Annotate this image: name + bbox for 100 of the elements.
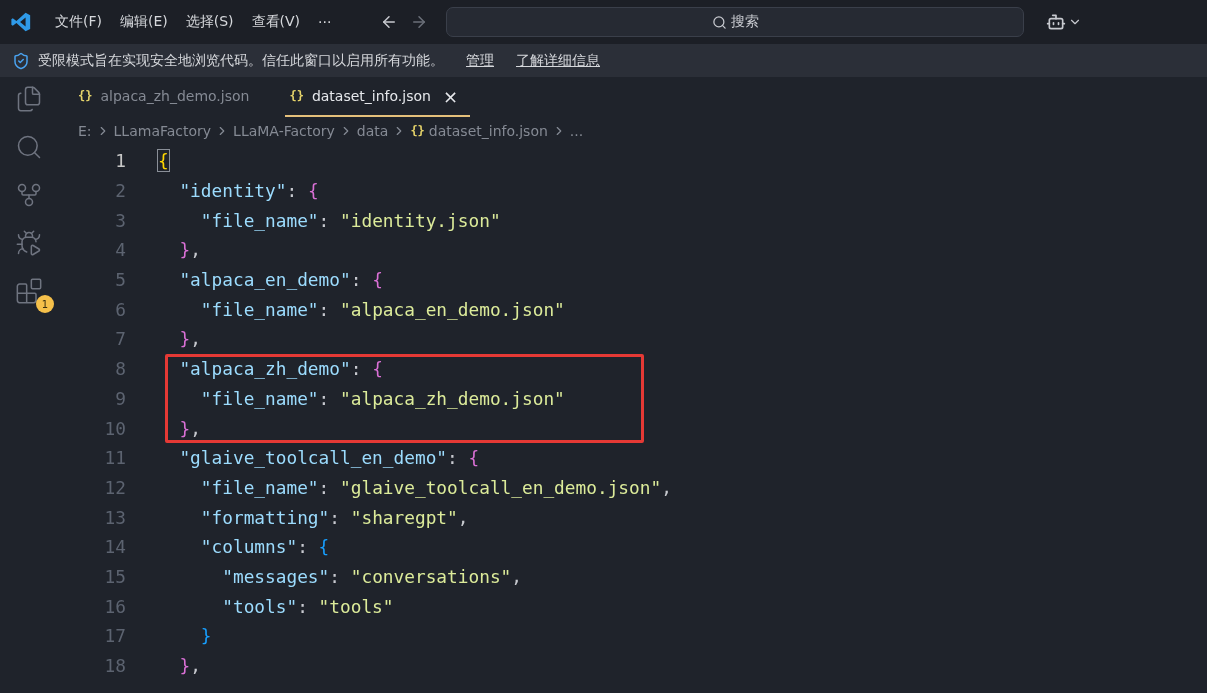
- breadcrumb-item[interactable]: LLamaFactory: [113, 123, 212, 139]
- breadcrumb-item[interactable]: E:: [78, 123, 92, 139]
- json-string: "alpaca_zh_demo.json": [340, 387, 565, 409]
- brace: }: [178, 328, 191, 350]
- punctuation: :: [318, 209, 331, 231]
- brace: {: [307, 180, 319, 202]
- editor-tab[interactable]: {} alpaca_zh_demo.json: [74, 77, 262, 117]
- punctuation: :: [286, 180, 299, 202]
- brace: }: [199, 625, 212, 647]
- brace: }: [178, 239, 191, 261]
- json-key: "file_name": [158, 387, 319, 409]
- brace: }: [178, 417, 191, 439]
- punctuation: :: [297, 536, 309, 558]
- breadcrumb-item[interactable]: LLaMA-Factory: [233, 123, 335, 139]
- menu-item[interactable]: 文件(F): [46, 13, 111, 31]
- punctuation: :: [329, 565, 341, 587]
- json-key: "identity": [158, 180, 287, 202]
- line-number: 2: [114, 180, 127, 202]
- banner-link[interactable]: 了解详细信息: [516, 51, 600, 70]
- editor-tab[interactable]: {} dataset_info.json ×: [285, 77, 470, 117]
- punctuation: ,: [190, 328, 201, 350]
- run-debug-icon[interactable]: [15, 229, 43, 257]
- brace: {: [318, 536, 330, 558]
- json-key: "glaive_toolcall_en_demo": [158, 447, 448, 469]
- breadcrumb-item[interactable]: ...: [569, 123, 584, 139]
- restricted-mode-message: 受限模式旨在实现安全地浏览代码。信任此窗口以启用所有功能。: [38, 51, 444, 70]
- punctuation: :: [350, 269, 363, 291]
- punctuation: :: [350, 358, 363, 380]
- source-control-icon[interactable]: [15, 181, 43, 209]
- punctuation: :: [447, 447, 459, 469]
- line-number: 15: [103, 565, 127, 587]
- line-number: 9: [114, 387, 127, 409]
- line-number: 4: [114, 239, 127, 261]
- line-number: 11: [103, 447, 127, 469]
- punctuation: :: [297, 595, 309, 617]
- punctuation: ,: [190, 417, 201, 439]
- json-file-icon: {}: [289, 89, 304, 103]
- search-field[interactable]: 搜索: [446, 7, 1025, 37]
- brace: {: [372, 269, 383, 291]
- line-number: 12: [103, 476, 127, 498]
- line-number: 18: [103, 655, 127, 677]
- punctuation: ,: [511, 565, 523, 587]
- banner-link[interactable]: 管理: [466, 51, 494, 70]
- json-key: "alpaca_en_demo": [158, 269, 351, 291]
- breadcrumb-item[interactable]: data: [356, 123, 389, 139]
- json-key: "messages": [158, 565, 330, 587]
- line-number: 5: [114, 269, 127, 291]
- json-key: "alpaca_zh_demo": [158, 358, 351, 380]
- shield-icon: [12, 51, 30, 70]
- line-number: 14: [103, 536, 127, 558]
- punctuation: ,: [190, 655, 201, 677]
- notification-badge: 1: [36, 295, 54, 313]
- breadcrumb-item[interactable]: dataset_info.json: [428, 123, 548, 139]
- json-key: "formatting": [158, 506, 330, 528]
- files-icon[interactable]: [15, 85, 43, 113]
- line-number: 16: [103, 595, 127, 617]
- search-icon: [711, 14, 727, 30]
- punctuation: ,: [190, 239, 201, 261]
- punctuation: :: [318, 476, 331, 498]
- line-number: 7: [114, 328, 127, 350]
- brace: {: [372, 358, 383, 380]
- menu-item[interactable]: 查看(V): [242, 13, 310, 31]
- menu-item[interactable]: 编辑(E): [111, 13, 177, 31]
- line-number: 1: [114, 150, 127, 172]
- json-key: "file_name": [158, 298, 319, 320]
- punctuation: :: [318, 387, 331, 409]
- search-icon[interactable]: [15, 133, 43, 161]
- punctuation: :: [318, 298, 331, 320]
- menu-item[interactable]: 选择(S): [176, 13, 243, 31]
- line-number: 3: [114, 209, 127, 231]
- punctuation: ,: [457, 506, 469, 528]
- json-key: "tools": [158, 595, 298, 617]
- line-number: 6: [114, 298, 127, 320]
- tab-label: alpaca_zh_demo.json: [100, 88, 250, 104]
- vscode-logo: [10, 11, 32, 33]
- json-string: "alpaca_en_demo.json": [340, 298, 565, 320]
- brace: }: [178, 655, 191, 677]
- json-key: "columns": [158, 536, 298, 558]
- json-file-icon: {}: [410, 124, 425, 138]
- punctuation: ,: [661, 476, 672, 498]
- json-string: "glaive_toolcall_en_demo.json": [340, 476, 662, 498]
- tab-label: dataset_info.json: [311, 88, 431, 104]
- json-key: "file_name": [158, 476, 319, 498]
- robot-icon[interactable]: [1046, 12, 1067, 32]
- brace: {: [158, 150, 169, 172]
- extensions-icon[interactable]: [15, 277, 43, 305]
- punctuation: :: [329, 506, 341, 528]
- json-string: "identity.json": [340, 209, 501, 231]
- json-string: "conversations": [350, 565, 512, 587]
- json-string: "sharegpt": [350, 506, 458, 528]
- menu-item[interactable]: ···: [309, 14, 341, 30]
- close-icon[interactable]: ×: [442, 85, 458, 107]
- json-string: "tools": [318, 595, 394, 617]
- json-key: "file_name": [158, 209, 319, 231]
- line-number: 10: [103, 417, 127, 439]
- line-number: 8: [114, 358, 127, 380]
- line-number: 13: [103, 506, 127, 528]
- line-number: 17: [103, 625, 127, 647]
- search-placeholder: 搜索: [730, 13, 759, 31]
- brace: {: [468, 447, 480, 469]
